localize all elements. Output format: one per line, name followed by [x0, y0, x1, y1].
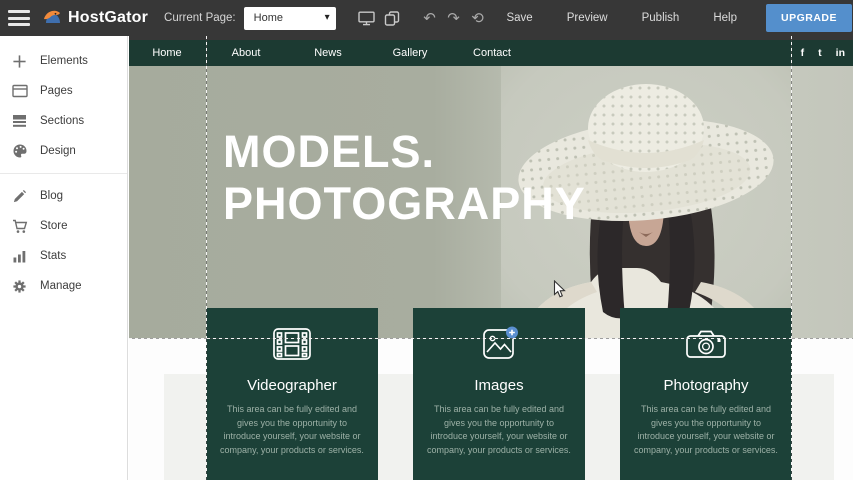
image-plus-icon: [413, 324, 585, 364]
pencil-icon: [11, 188, 28, 205]
hero-title-line1: MODELS.: [223, 126, 586, 178]
sidebar-divider: [0, 173, 127, 174]
sidebar-item-label: Elements: [40, 55, 88, 67]
sidebar-item-sections[interactable]: Sections: [0, 106, 127, 136]
sidebar-item-design[interactable]: Design: [0, 136, 127, 166]
logo-text: HostGator: [68, 9, 148, 27]
facebook-icon[interactable]: f: [801, 48, 805, 59]
hostgator-logo: HostGator: [42, 7, 148, 29]
sidebar-item-label: Blog: [40, 190, 63, 202]
card-description: This area can be fully edited and gives …: [413, 403, 585, 457]
hostgator-builder-window: HostGator Current Page: Home ▾ ↶ ↷ ⟲ Sav…: [0, 0, 853, 480]
hero-title-line2: PHOTOGRAPHY: [223, 178, 586, 230]
sidebar-item-elements[interactable]: Elements: [0, 46, 127, 76]
help-button[interactable]: Help: [696, 12, 754, 24]
camera-icon: [620, 324, 792, 364]
film-icon: [206, 324, 378, 364]
gear-icon: [11, 278, 28, 295]
site-nav-gallery[interactable]: Gallery: [369, 47, 451, 59]
site-nav-home[interactable]: Home: [129, 47, 205, 59]
preview-button[interactable]: Preview: [550, 12, 625, 24]
feature-card-images[interactable]: Images This area can be fully edited and…: [413, 308, 585, 480]
card-title: Images: [413, 377, 585, 394]
palette-icon: [11, 143, 28, 160]
twitter-icon[interactable]: t: [818, 48, 822, 59]
editor-sidebar: Elements Pages Sections Design Blo: [0, 36, 128, 480]
page-select-dropdown[interactable]: Home ▾: [244, 7, 336, 30]
site-nav-news[interactable]: News: [287, 47, 369, 59]
desktop-view-icon[interactable]: [353, 5, 379, 31]
cart-icon: [11, 218, 28, 235]
sidebar-item-label: Design: [40, 145, 76, 157]
sections-icon: [11, 113, 28, 130]
hero-title[interactable]: MODELS. PHOTOGRAPHY: [223, 126, 586, 230]
history-icon[interactable]: ⟲: [465, 9, 489, 27]
bar-chart-icon: [11, 248, 28, 265]
upgrade-button[interactable]: UPGRADE: [766, 4, 852, 32]
card-description: This area can be fully edited and gives …: [620, 403, 792, 457]
editor-topbar: HostGator Current Page: Home ▾ ↶ ↷ ⟲ Sav…: [0, 0, 853, 36]
sidebar-item-pages[interactable]: Pages: [0, 76, 127, 106]
social-links: f t in: [801, 40, 845, 66]
linkedin-icon[interactable]: in: [836, 48, 845, 59]
sidebar-item-label: Pages: [40, 85, 73, 97]
redo-icon[interactable]: ↷: [441, 9, 465, 27]
card-title: Videographer: [206, 377, 378, 394]
publish-button[interactable]: Publish: [625, 12, 697, 24]
pages-icon: [11, 83, 28, 100]
sidebar-item-store[interactable]: Store: [0, 211, 127, 241]
card-title: Photography: [620, 377, 792, 394]
site-preview-canvas: Home About News Gallery Contact f t in: [129, 36, 853, 480]
site-nav-contact[interactable]: Contact: [451, 47, 533, 59]
plus-icon: [11, 53, 28, 70]
current-page-label: Current Page:: [164, 12, 236, 24]
hamburger-menu-icon[interactable]: [8, 10, 30, 26]
page-select-value: Home: [254, 12, 325, 24]
gator-mascot-icon: [42, 7, 64, 29]
hero-section[interactable]: MODELS. PHOTOGRAPHY: [129, 66, 853, 338]
chevron-down-icon: ▾: [325, 13, 330, 23]
card-description: This area can be fully edited and gives …: [206, 403, 378, 457]
feature-card-videographer[interactable]: Videographer This area can be fully edit…: [206, 308, 378, 480]
save-button[interactable]: Save: [489, 12, 549, 24]
sidebar-item-blog[interactable]: Blog: [0, 181, 127, 211]
sidebar-item-label: Sections: [40, 115, 84, 127]
sidebar-item-label: Stats: [40, 250, 66, 262]
sidebar-item-manage[interactable]: Manage: [0, 271, 127, 301]
sidebar-item-label: Store: [40, 220, 68, 232]
site-nav-bar: Home About News Gallery Contact f t in: [129, 40, 853, 66]
sidebar-item-stats[interactable]: Stats: [0, 241, 127, 271]
site-nav-about[interactable]: About: [205, 47, 287, 59]
undo-icon[interactable]: ↶: [417, 9, 441, 27]
mobile-pages-icon[interactable]: [379, 5, 405, 31]
sidebar-item-label: Manage: [40, 280, 82, 292]
feature-card-photography[interactable]: Photography This area can be fully edite…: [620, 308, 792, 480]
